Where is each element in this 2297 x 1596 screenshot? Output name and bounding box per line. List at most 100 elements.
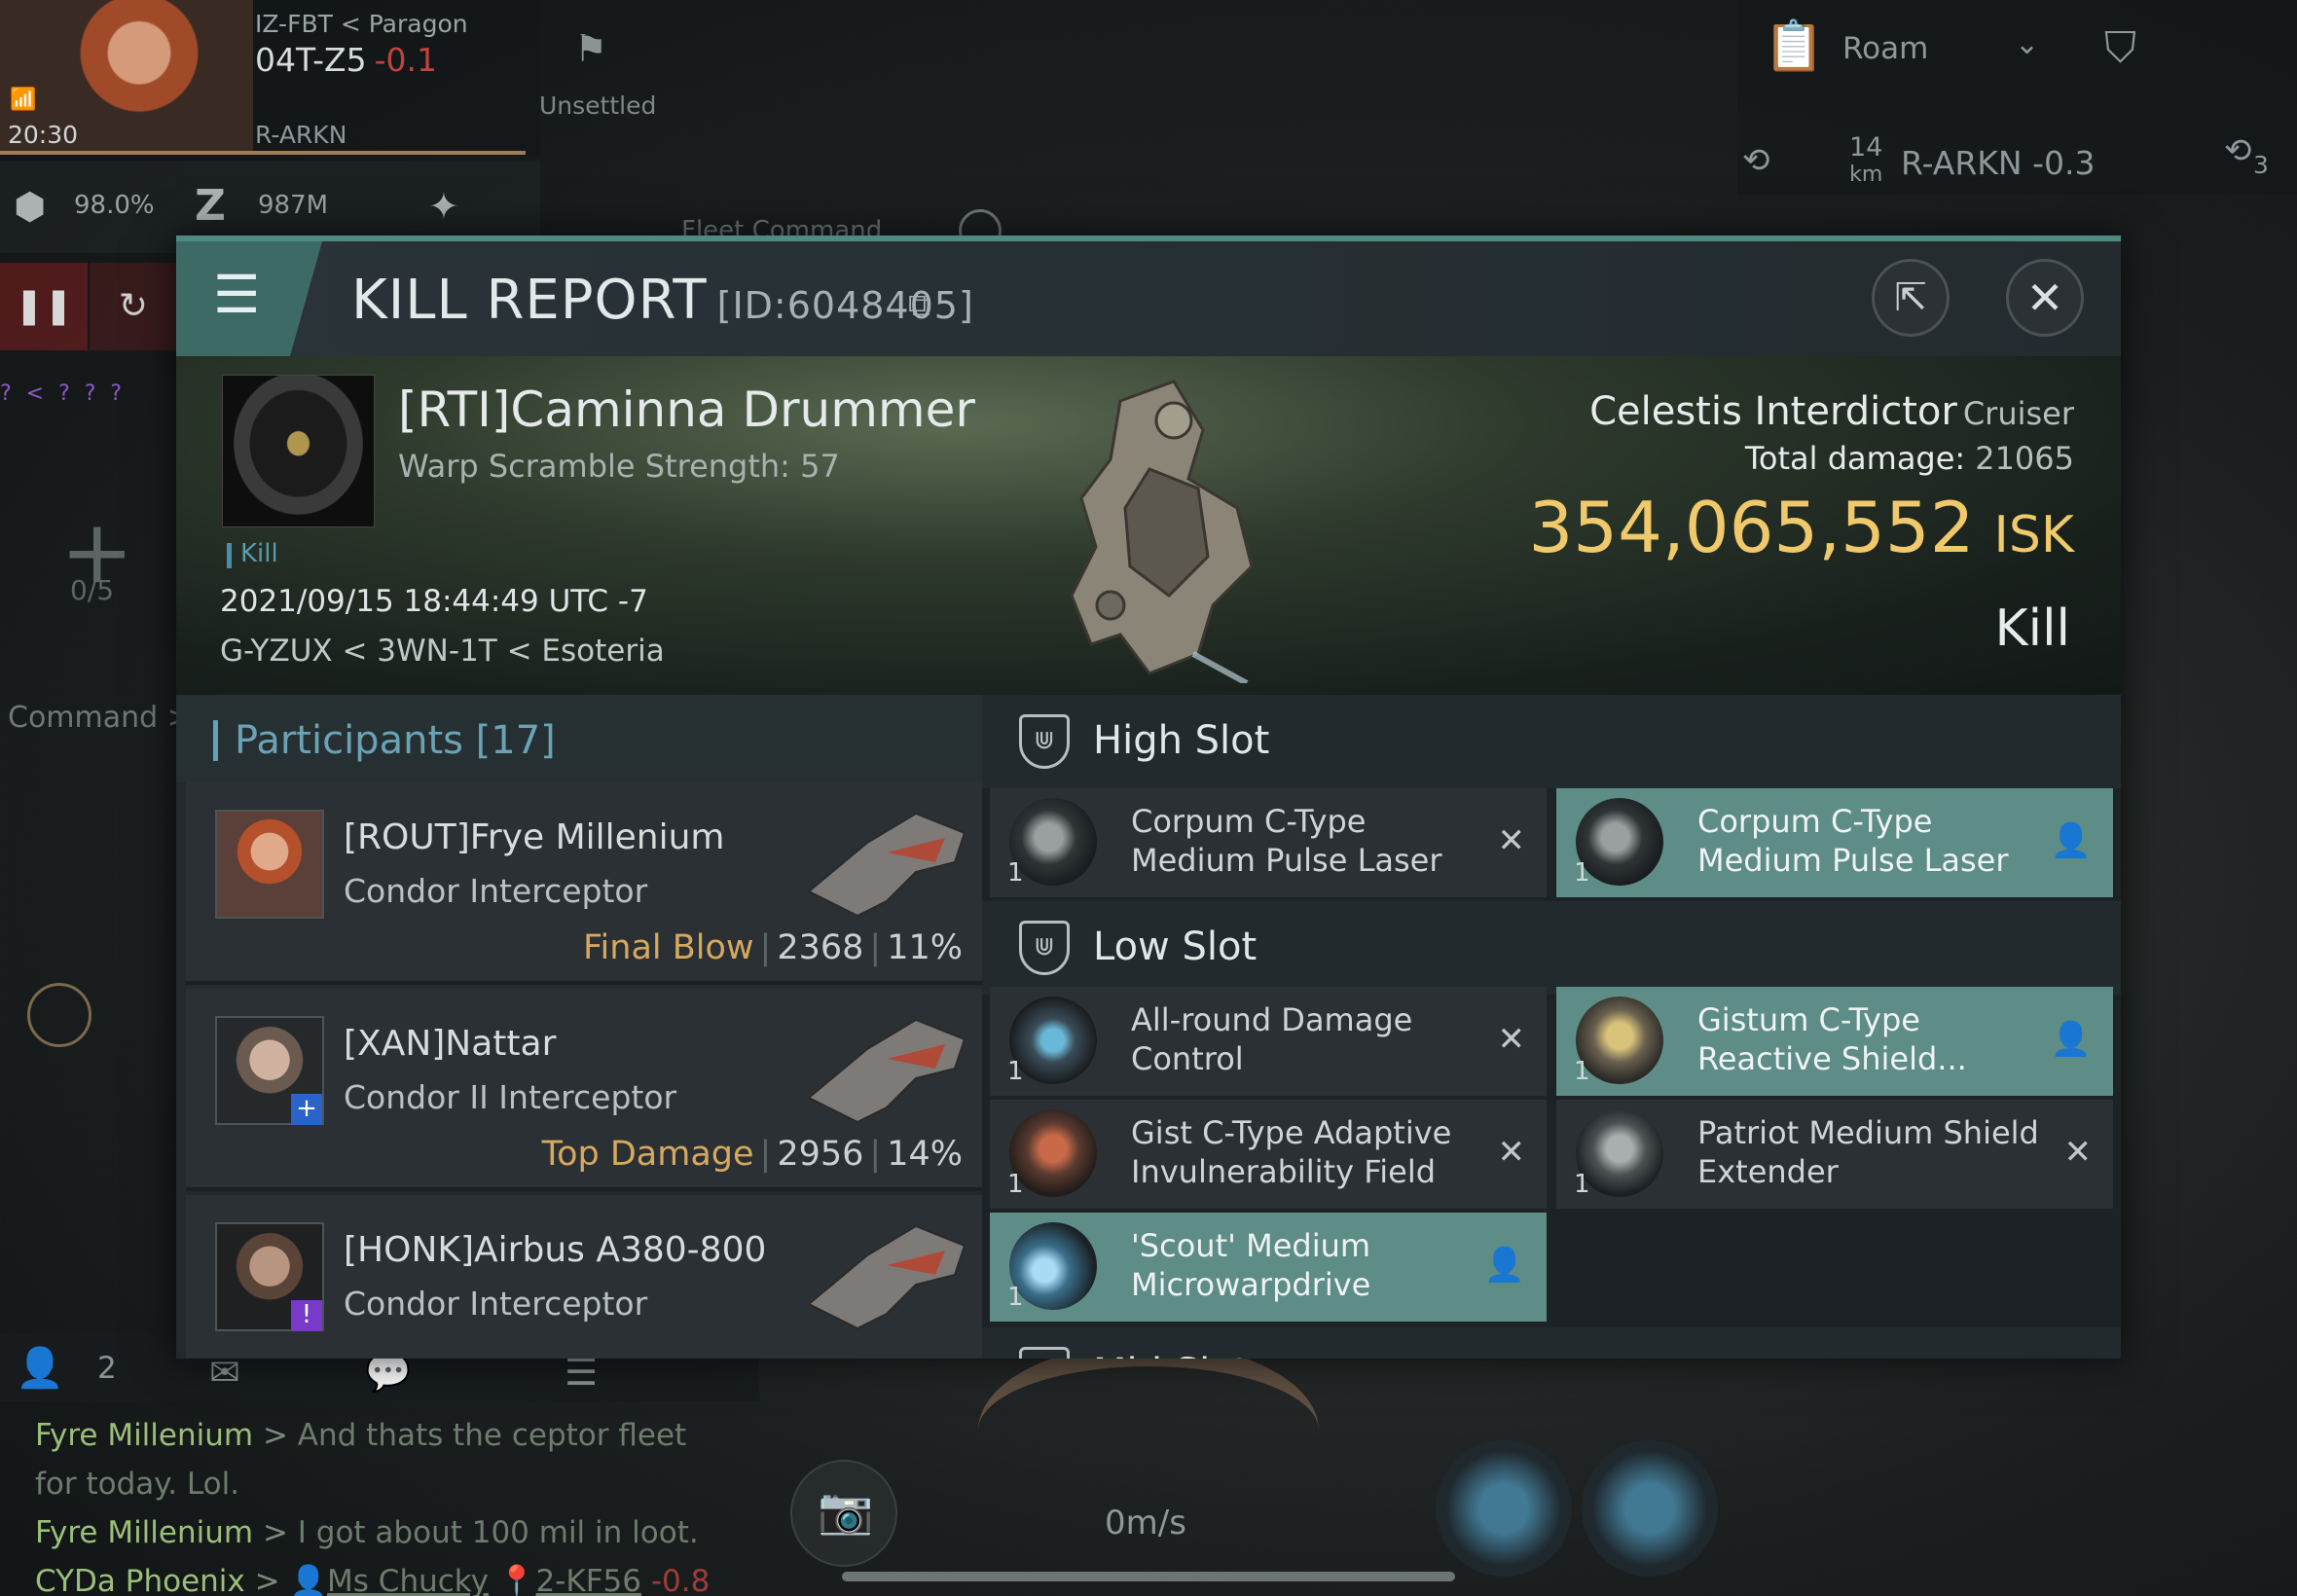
badge-icon: !	[291, 1300, 322, 1331]
isk-loss: 354,065,552 ISK	[1528, 487, 2074, 568]
module-item[interactable]: 1 Patriot Medium Shield Extender ✕	[1556, 1100, 2113, 1209]
participant-name[interactable]: [ROUT]Frye Millenium	[344, 817, 724, 857]
people-count: 2	[97, 1351, 117, 1386]
system-breadcrumb[interactable]: IZ-FBT < Paragon	[255, 10, 468, 38]
probe-strip: ? < ? ? ?	[0, 381, 127, 406]
system-security: -0.1	[374, 41, 438, 79]
chat-location-security: -0.8	[650, 1564, 711, 1596]
target-count: 3	[2253, 151, 2269, 179]
participant-damage-pct: 14%	[887, 1135, 963, 1174]
module-item[interactable]: 1 Corpum C-Type Medium Pulse Laser 👤	[1556, 788, 2113, 897]
module-item[interactable]: 1 'Scout' Medium Microwarpdrive 👤	[990, 1213, 1547, 1322]
isk-icon[interactable]: Z	[195, 181, 226, 231]
ship-name[interactable]: Celestis Interdictor	[1589, 389, 1957, 434]
total-damage-label: Total damage:	[1744, 440, 1966, 477]
command-label[interactable]: Command >	[8, 701, 192, 735]
fitting-panel: ⋓ High Slot 1 Corpum C-Type Medium Pulse…	[982, 695, 2121, 1359]
module-name: 'Scout' Medium Microwarpdrive	[1131, 1227, 1371, 1303]
person-icon: 👤	[289, 1564, 328, 1596]
module-item[interactable]: 1 All-round Damage Control ✕	[990, 987, 1547, 1096]
scrollbar[interactable]	[842, 1572, 1455, 1581]
chat-message: Fyre Millenium > I got about 100 mil in …	[35, 1508, 736, 1557]
clock: 20:30	[8, 121, 79, 149]
participant-row[interactable]: [ROUT]Frye Millenium Condor Interceptor …	[186, 782, 982, 985]
dialog-title-text: KILL REPORT	[351, 269, 708, 332]
progress-underline	[0, 151, 526, 155]
ship-icon[interactable]: ✦	[428, 185, 459, 228]
kill-location[interactable]: G-YZUX < 3WN-1T < Esoteria	[220, 634, 665, 669]
chat-sender[interactable]: Fyre Millenium	[35, 1418, 253, 1453]
participant-row[interactable]: ! [HONK]Airbus A380-800 Condor Intercept…	[186, 1195, 982, 1359]
hamburger-icon[interactable]: ☰	[213, 269, 260, 321]
person-icon: 👤	[2050, 1020, 2092, 1059]
clipboard-gear-icon[interactable]: 📋	[1764, 18, 1824, 75]
overview-icon[interactable]: ⟲	[2224, 131, 2252, 170]
close-button[interactable]: ✕	[2006, 259, 2084, 337]
chat-link-person[interactable]: Ms Chucky	[327, 1564, 489, 1596]
speed-dial[interactable]	[978, 1343, 1319, 1518]
status-label: Unsettled	[539, 91, 657, 120]
victim-name[interactable]: [RTI]Caminna Drummer	[398, 381, 975, 438]
divider: |	[869, 1135, 882, 1174]
people-icon[interactable]: 👤	[16, 1345, 64, 1391]
participant-name[interactable]: [HONK]Airbus A380-800	[344, 1230, 766, 1270]
participant-ship-image	[807, 1018, 966, 1124]
slot-count: 0/5	[70, 574, 115, 606]
kill-tag: Kill	[240, 539, 278, 568]
isk-unit: ISK	[1993, 506, 2074, 564]
chat-sender[interactable]: Fyre Millenium	[35, 1515, 253, 1550]
share-button[interactable]: ⇱	[1872, 259, 1950, 337]
target-distance-value: 14	[1849, 132, 1883, 163]
refresh-button[interactable]: ↻	[90, 263, 177, 350]
total-damage-value: 21065	[1975, 440, 2074, 477]
high-slot-title: High Slot	[1093, 718, 1270, 763]
chevron-down-icon[interactable]: ⌄	[2015, 27, 2039, 61]
participant-ship: Condor II Interceptor	[344, 1078, 677, 1116]
participant-name[interactable]: [XAN]Nattar	[344, 1024, 556, 1064]
participant-damage-pct: 11%	[887, 928, 963, 967]
participant-row[interactable]: + [XAN]Nattar Condor II Interceptor Top …	[186, 989, 982, 1191]
flag-icon[interactable]: ⚑	[574, 27, 623, 70]
location-pin-icon: 📍	[497, 1564, 536, 1596]
camera-icon: 📷	[818, 1484, 874, 1537]
roam-dropdown-label[interactable]: Roam	[1842, 31, 1928, 66]
module-name: Gist C-Type Adaptive Invulnerability Fie…	[1131, 1114, 1452, 1190]
chat-log[interactable]: Fyre Millenium > And thats the ceptor fl…	[35, 1411, 736, 1596]
module-item[interactable]: 1 Corpum C-Type Medium Pulse Laser ✕	[990, 788, 1547, 897]
module-button[interactable]	[1582, 1440, 1718, 1577]
module-button[interactable]	[1436, 1440, 1572, 1577]
chat-message: CYDa Phoenix > 👤Ms Chucky 📍2-KF56 -0.8	[35, 1557, 736, 1596]
mid-slot-header: ⋓ Mid Slot	[982, 1327, 2121, 1359]
chat-message: Fyre Millenium > And thats the ceptor fl…	[35, 1411, 736, 1508]
filter-icon[interactable]: ⛉	[2104, 23, 2136, 73]
chat-link-location[interactable]: 2-KF56	[535, 1564, 641, 1596]
person-icon: 👤	[2050, 821, 2092, 860]
module-quantity: 1	[1574, 1170, 1590, 1199]
cargo-icon[interactable]: ⬢	[14, 185, 46, 228]
destroyed-icon: ✕	[2063, 1133, 2093, 1172]
module-quantity: 1	[1574, 1057, 1590, 1086]
chat-sender[interactable]: CYDa Phoenix	[35, 1564, 245, 1596]
low-slot-header: ⋓ Low Slot	[982, 901, 2121, 995]
participant-damage: 2956	[777, 1135, 864, 1174]
chat-text: I got about 100 mil in loot.	[297, 1515, 699, 1550]
module-item[interactable]: 1 Gistum C-Type Reactive Shield... 👤	[1556, 987, 2113, 1096]
total-damage: Total damage: 21065	[1745, 440, 2074, 477]
victim-portrait[interactable]	[222, 375, 375, 527]
participant-damage: 2368	[777, 928, 864, 967]
copy-icon[interactable]: ⧉	[908, 286, 930, 324]
target-distance: 14 km	[1849, 134, 1882, 189]
victim-ship: Celestis Interdictor Cruiser	[1589, 389, 2074, 434]
target-icon[interactable]: ⟲	[1742, 141, 1770, 180]
participant-portrait[interactable]	[215, 810, 324, 919]
pause-button[interactable]: ❚❚	[0, 263, 88, 350]
kill-timestamp: 2021/09/15 18:44:49 UTC -7	[220, 584, 648, 619]
divider: |	[759, 1135, 772, 1174]
target-name[interactable]: R-ARKN -0.3	[1901, 144, 2096, 182]
victim-ship-image[interactable]	[1003, 362, 1325, 683]
module-item[interactable]: 1 Gist C-Type Adaptive Invulnerability F…	[990, 1100, 1547, 1209]
target-security: -0.3	[2032, 144, 2096, 182]
close-icon: ✕	[2025, 272, 2064, 324]
current-system[interactable]: 04T-Z5 -0.1	[255, 41, 437, 79]
dial-icon[interactable]	[27, 983, 91, 1047]
